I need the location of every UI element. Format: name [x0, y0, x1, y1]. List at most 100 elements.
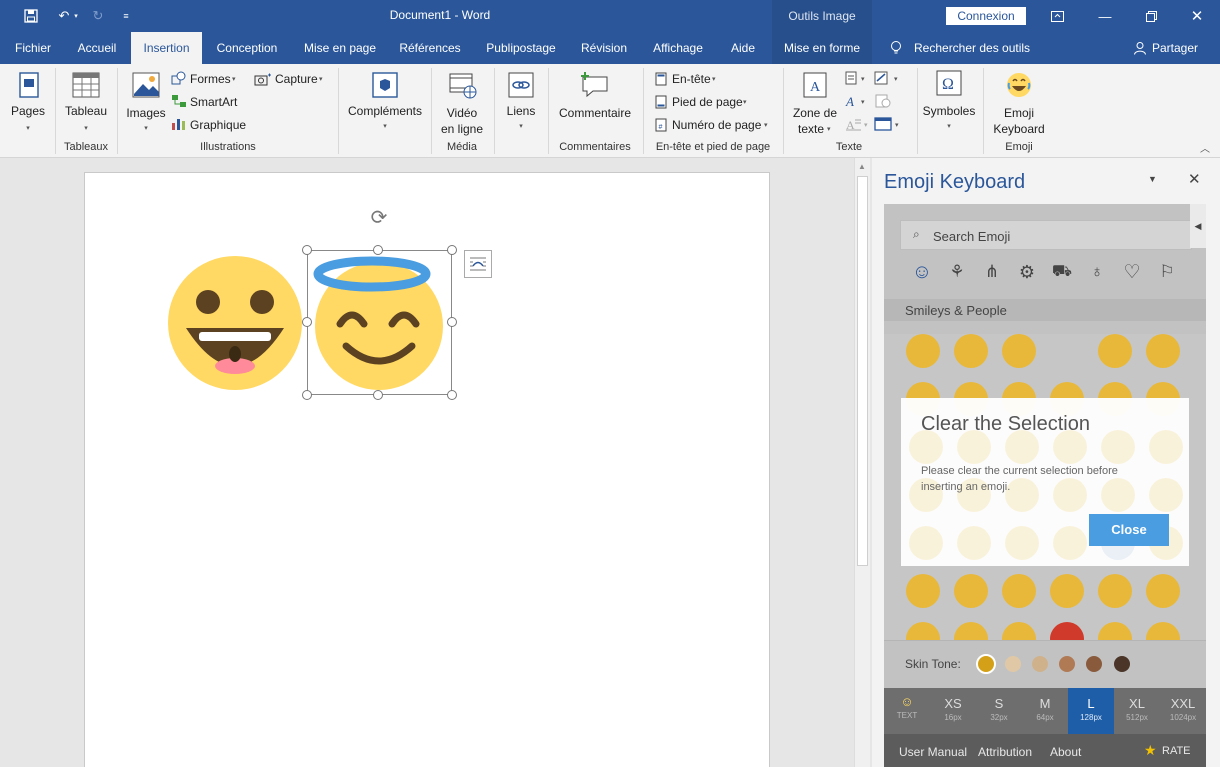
resize-handle[interactable]	[447, 245, 457, 255]
tab-fichier[interactable]: Fichier	[4, 32, 62, 64]
scroll-up-icon[interactable]: ▲	[858, 162, 866, 171]
skin-tone-swatch[interactable]	[1114, 656, 1130, 672]
resize-handle[interactable]	[373, 245, 383, 255]
emoji-grid-item[interactable]	[1146, 574, 1180, 608]
emoji-grid-item[interactable]	[1098, 334, 1132, 368]
emoji-grid-item[interactable]	[1146, 334, 1180, 368]
images-button[interactable]: Images	[122, 106, 170, 120]
tab-affichage[interactable]: Affichage	[643, 32, 713, 64]
collapse-ribbon-icon[interactable]: ︿	[1200, 140, 1210, 155]
emoji-keyboard-button[interactable]: Emoji	[988, 106, 1050, 120]
shapes-button[interactable]: Formes	[190, 72, 231, 86]
about-link[interactable]: About	[1050, 745, 1081, 759]
pages-icon[interactable]	[14, 70, 44, 100]
symbols-button[interactable]: Symboles	[920, 104, 978, 118]
size-text-button[interactable]: ☺ TEXT	[884, 688, 930, 734]
images-icon[interactable]	[130, 70, 162, 100]
smartart-button[interactable]: SmartArt	[190, 95, 237, 109]
emoji-grid-item[interactable]	[906, 574, 940, 608]
emoji-grid-item[interactable]	[1098, 574, 1132, 608]
animals-category-icon[interactable]: ⚘	[945, 260, 969, 284]
minimize-icon[interactable]: —	[1082, 0, 1128, 32]
resize-handle[interactable]	[447, 390, 457, 400]
user-manual-link[interactable]: User Manual	[899, 745, 967, 759]
close-window-icon[interactable]: ✕	[1174, 0, 1220, 32]
capture-button[interactable]: Capture	[275, 72, 318, 86]
footer-button[interactable]: Pied de page	[672, 95, 743, 109]
resize-handle[interactable]	[373, 390, 383, 400]
symbol-icon[interactable]: Ω	[934, 68, 964, 98]
online-video-button[interactable]: Vidéo	[436, 106, 488, 120]
skin-tone-swatch[interactable]	[976, 654, 996, 674]
share-button[interactable]: Partager	[1150, 32, 1200, 64]
travel-category-icon[interactable]: ⛟	[1050, 260, 1074, 284]
emoji-grid-item[interactable]	[1050, 574, 1084, 608]
rate-link[interactable]: RATE	[1162, 745, 1191, 757]
smileys-category-icon[interactable]: ☺	[910, 260, 934, 284]
objects-category-icon[interactable]: ♁	[1085, 260, 1109, 284]
grinning-emoji-image[interactable]	[166, 254, 304, 392]
resize-handle[interactable]	[302, 245, 312, 255]
tab-conception[interactable]: Conception	[206, 32, 288, 64]
table-button[interactable]: Tableau	[60, 104, 112, 118]
resize-handle[interactable]	[302, 390, 312, 400]
tab-accueil[interactable]: Accueil	[66, 32, 128, 64]
pages-button[interactable]: Pages	[8, 104, 48, 118]
flags-category-icon[interactable]: ⚐	[1155, 260, 1179, 284]
emoji-grid-item[interactable]	[1002, 574, 1036, 608]
size-xxl-button[interactable]: XXL 1024px	[1160, 688, 1206, 734]
scrollbar-thumb[interactable]	[857, 176, 868, 566]
signature-line-icon[interactable]: ▾	[874, 71, 904, 85]
size-xl-button[interactable]: XL 512px	[1114, 688, 1160, 734]
food-category-icon[interactable]: ⋔	[980, 260, 1004, 284]
pane-close-icon[interactable]: ✕	[1188, 170, 1201, 188]
textbox-button[interactable]: Zone de	[788, 106, 842, 120]
activities-category-icon[interactable]: ⚙	[1015, 260, 1039, 284]
page-number-button[interactable]: Numéro de page	[672, 118, 761, 132]
textbox-icon[interactable]: A	[800, 70, 830, 100]
date-time-icon[interactable]	[874, 94, 892, 108]
emoji-grid-item[interactable]	[1002, 334, 1036, 368]
chart-button[interactable]: Graphique	[190, 118, 246, 132]
dropcap-icon[interactable]: A ▾	[845, 117, 873, 131]
header-button[interactable]: En-tête	[672, 72, 711, 86]
symbols-category-icon[interactable]: ♡	[1120, 260, 1144, 284]
links-icon[interactable]	[506, 70, 536, 100]
skin-tone-swatch[interactable]	[1032, 656, 1048, 672]
ribbon-display-icon[interactable]	[1034, 0, 1080, 32]
quickparts-icon[interactable]: ▾	[845, 71, 873, 85]
size-s-button[interactable]: S 32px	[976, 688, 1022, 734]
wordart-icon[interactable]: A ▾	[845, 94, 873, 108]
tab-mise-en-page[interactable]: Mise en page	[294, 32, 386, 64]
restore-icon[interactable]	[1128, 0, 1174, 32]
tab-aide[interactable]: Aide	[719, 32, 767, 64]
layout-options-icon[interactable]	[464, 250, 492, 278]
table-icon[interactable]	[70, 70, 102, 100]
skin-tone-swatch[interactable]	[1086, 656, 1102, 672]
size-l-button[interactable]: L 128px	[1068, 688, 1114, 734]
tab-revision[interactable]: Révision	[573, 32, 635, 64]
close-dialog-button[interactable]: Close	[1089, 514, 1169, 546]
pane-options-icon[interactable]: ▼	[1148, 174, 1157, 184]
tab-insertion[interactable]: Insertion	[131, 32, 202, 64]
resize-handle[interactable]	[302, 317, 312, 327]
links-button[interactable]: Liens	[498, 104, 544, 118]
emoji-grid-item[interactable]	[906, 334, 940, 368]
size-xs-button[interactable]: XS 16px	[930, 688, 976, 734]
addins-icon[interactable]	[370, 70, 400, 100]
tab-publipostage[interactable]: Publipostage	[476, 32, 566, 64]
rotate-handle-icon[interactable]: ⟳	[367, 205, 391, 229]
comment-button[interactable]: Commentaire	[552, 106, 638, 120]
collapse-panel-icon[interactable]: ◀	[1190, 204, 1206, 248]
skin-tone-swatch[interactable]	[1059, 656, 1075, 672]
resize-handle[interactable]	[447, 317, 457, 327]
tell-me-search[interactable]: Rechercher des outils adaptés	[914, 32, 1074, 87]
tab-mise-en-forme[interactable]: Mise en forme	[772, 32, 872, 64]
tab-references[interactable]: Références	[392, 32, 468, 64]
search-input[interactable]: ⌕ Search Emoji	[900, 220, 1192, 250]
emoji-keyboard-icon[interactable]	[1004, 70, 1034, 100]
comment-icon[interactable]	[578, 70, 612, 100]
skin-tone-swatch[interactable]	[1005, 656, 1021, 672]
halo-emoji-image[interactable]	[312, 254, 446, 392]
size-m-button[interactable]: M 64px	[1022, 688, 1068, 734]
